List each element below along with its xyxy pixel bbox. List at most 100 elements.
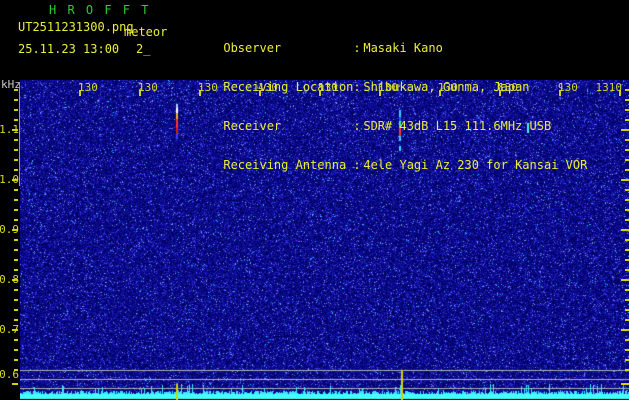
time-label-head: 130 [318,81,338,94]
info-row-observer: Observer: Masaki Kano [180,29,587,42]
freq-minor-tick-left [14,149,18,151]
freq-major-tick-right [621,129,629,131]
freq-minor-tick-left [14,109,18,111]
freq-minor-tick-right [625,119,629,121]
time-label-head: 130 [378,81,398,94]
freq-minor-tick-right [625,109,629,111]
info-row-antenna: Receiving Antenna:4ele Yagi Az 230 for K… [180,146,587,159]
freq-minor-tick-right [625,139,629,141]
freq-axis-label: 0.8 [0,274,19,286]
plot-left-edge-line [19,82,20,186]
info-label: Observer [223,42,353,55]
freq-minor-tick-right [625,239,629,241]
freq-minor-tick-left [14,269,18,271]
freq-minor-tick-left [14,139,18,141]
freq-minor-tick-left [14,349,18,351]
info-label: Receiver [223,120,353,133]
info-colon: : [353,159,363,172]
freq-minor-tick-right [625,319,629,321]
freq-minor-tick-left [14,309,18,311]
info-value: SDR# 43dB L15 111.6MHz USB [363,120,551,133]
freq-minor-tick-right [625,289,629,291]
freq-axis-label: 0.6 [0,369,19,381]
freq-minor-tick-right [625,99,629,101]
freq-minor-tick-left [14,89,18,91]
time-axis-label: 130 1 [42,81,82,94]
freq-minor-tick-right [625,249,629,251]
freq-major-tick-right [621,179,629,181]
freq-minor-tick-left [14,289,18,291]
freq-minor-tick-left [14,159,18,161]
freq-minor-tick-right [625,299,629,301]
freq-minor-tick-right [625,309,629,311]
freq-axis-label: 0.7 [0,324,19,336]
time-label-head: 130 [258,81,278,94]
station-info: Observer: Masaki Kano Receiving Location:… [180,3,587,185]
time-axis-label: 130 2 [102,81,142,94]
freq-major-tick-left [12,383,18,385]
freq-minor-tick-right [625,159,629,161]
freq-minor-tick-right [625,269,629,271]
info-row-location: Receiving Location: Shibukawa, Gunma, Jap… [180,68,587,81]
time-axis-label: 130 3 [162,81,202,94]
time-label-head: 130 [198,81,218,94]
freq-minor-tick-right [625,169,629,171]
freq-minor-tick-left [14,219,18,221]
hrofft-screen: H R O F F T UT2511231300.png meteor 25.1… [0,0,629,400]
freq-minor-tick-right [625,189,629,191]
time-label-head: 130 [138,81,158,94]
info-row-receiver: Receiver: SDR# 43dB L15 111.6MHz USB [180,107,587,120]
freq-major-tick-right [621,383,629,385]
info-colon: : [353,42,363,55]
freq-minor-tick-left [14,239,18,241]
freq-minor-tick-right [625,209,629,211]
freq-minor-tick-right [625,339,629,341]
freq-minor-tick-left [14,189,18,191]
freq-minor-tick-right [625,199,629,201]
freq-minor-tick-right [625,259,629,261]
time-axis-label: 130 5 [282,81,322,94]
freq-minor-tick-left [14,299,18,301]
datetime-label: 25.11.23 13:00 [18,42,119,56]
info-value: 4ele Yagi Az 230 for Kansai VOR [363,159,587,172]
freq-minor-tick-left [14,169,18,171]
freq-axis-label: 1.1 [0,124,19,136]
process-counter: 2_ [136,42,150,56]
freq-minor-tick-right [625,359,629,361]
freq-minor-tick-right [625,349,629,351]
freq-axis-label: 0.9 [0,224,19,236]
time-axis-label: 130 8 [462,81,502,94]
info-label: Receiving Antenna [223,159,353,172]
time-label-head: 130 [558,81,578,94]
freq-minor-tick-left [14,259,18,261]
freq-minor-tick-left [14,249,18,251]
info-value: Masaki Kano [363,42,442,55]
freq-axis-label: 1.0 [0,174,19,186]
freq-major-tick-right [621,279,629,281]
time-axis-label: 130 4 [222,81,262,94]
output-filename: UT2511231300.png [18,20,134,34]
freq-minor-tick-right [625,369,629,371]
time-label-head: 130 [78,81,98,94]
freq-minor-tick-left [14,209,18,211]
freq-minor-tick-left [14,339,18,341]
app-title: H R O F F T [49,3,150,17]
observation-label: meteor [124,25,167,39]
freq-minor-tick-left [14,359,18,361]
time-axis-label: 1310 [582,81,622,94]
time-axis-label: 130 9 [522,81,562,94]
freq-minor-tick-left [14,319,18,321]
freq-minor-tick-right [625,89,629,91]
freq-minor-tick-left [14,99,18,101]
freq-minor-tick-left [14,199,18,201]
time-label-head: 130 [438,81,458,94]
freq-major-tick-right [621,229,629,231]
time-label-head: 130 [498,81,518,94]
info-colon: : [353,120,363,133]
time-axis-label: 130 7 [402,81,442,94]
freq-minor-tick-right [625,149,629,151]
time-axis-label: 130 6 [342,81,382,94]
freq-major-tick-right [621,329,629,331]
freq-minor-tick-left [14,119,18,121]
freq-minor-tick-right [625,219,629,221]
